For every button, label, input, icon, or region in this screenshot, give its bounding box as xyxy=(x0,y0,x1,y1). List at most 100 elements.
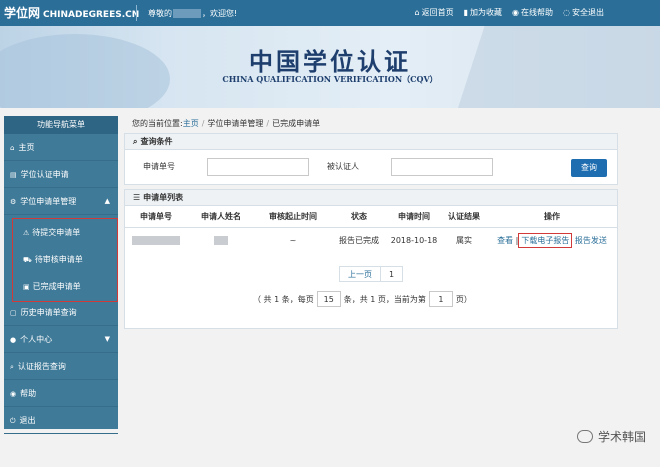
settings-icon: ⚙ xyxy=(10,198,17,206)
warning-icon: ⚠ xyxy=(23,229,30,237)
prev-page-button[interactable]: 上一页 xyxy=(339,266,381,282)
cell-period: ~ xyxy=(289,235,297,245)
column-header: 申请人姓名 xyxy=(187,207,255,228)
breadcrumb-separator: / xyxy=(266,119,270,128)
top-link-bookmark[interactable]: ▮ 加为收藏 xyxy=(464,7,502,18)
list-panel-title: 申请单列表 xyxy=(143,193,184,202)
page-number-button[interactable]: 1 xyxy=(381,266,404,282)
sidebar-item-logout[interactable]: ⏻ 退出 xyxy=(4,407,118,434)
top-link-label: 安全退出 xyxy=(572,8,604,17)
sidebar-item-label: 帮助 xyxy=(20,389,37,398)
logo-text: 学位网 xyxy=(4,6,41,20)
sidebar-item-report-query[interactable]: ⌕ 认证报告查询 xyxy=(4,353,118,380)
site-logo[interactable]: 学位网 CHINADEGREES.CN xyxy=(4,4,139,21)
home-icon: ⌂ xyxy=(414,8,420,17)
sidebar-item-label: 历史申请单查询 xyxy=(20,308,77,317)
user-icon: ● xyxy=(10,336,17,344)
sidebar-item-label: 学位申请单管理 xyxy=(20,197,77,206)
cell-app-no xyxy=(125,227,187,253)
breadcrumb-home-link[interactable]: 主页 xyxy=(183,119,199,128)
redacted-app-no xyxy=(132,235,180,245)
cell-name xyxy=(187,227,255,253)
view-link[interactable]: 查看 xyxy=(497,236,513,245)
pagination-text: 页） xyxy=(455,294,472,304)
table-row: ~ 报告已完成 2018-10-18 属实 查看 | 下载电子报告 报告发送 xyxy=(125,227,617,253)
sidebar-item-application-management[interactable]: ⚙ 学位申请单管理 ▲ xyxy=(4,188,118,215)
sidebar-item-degree-application[interactable]: ▤ 学位认证申请 xyxy=(4,161,118,188)
application-table: 申请单号 申请人姓名 审核起止时间 状态 申请时间 认证结果 操作 ~ 报告已完… xyxy=(125,207,617,253)
banner-subtitle: CHINA QUALIFICATION VERIFICATION（CQV） xyxy=(222,74,438,84)
greeting: 尊敬的 ，欢迎您! xyxy=(148,8,237,19)
pagination-text: 条，共 1 页，当前为第 xyxy=(343,294,426,304)
column-header: 状态 xyxy=(331,207,387,228)
application-list-panel: ☰ 申请单列表 申请单号 申请人姓名 审核起止时间 状态 申请时间 认证结果 操作… xyxy=(124,189,618,329)
cell-result: 属实 xyxy=(456,235,472,245)
per-page-input[interactable]: 15 xyxy=(316,291,341,307)
sidebar-item-personal-center[interactable]: ● 个人中心 ▼ xyxy=(4,326,118,353)
submenu-highlight: ⚠ 待提交申请单 ⛟ 待审核申请单 ▣ 已完成申请单 xyxy=(12,218,118,302)
history-icon: ▢ xyxy=(10,309,17,317)
sidebar-item-history[interactable]: ▢ 历史申请单查询 xyxy=(4,299,118,326)
cell-status: 报告已完成 xyxy=(339,235,379,245)
top-link-label: 在线帮助 xyxy=(521,8,554,17)
logo-domain: CHINADEGREES.CN xyxy=(43,10,140,20)
query-panel: ⌕ 查询条件 申请单号 被认证人 查询 xyxy=(124,133,618,185)
banner: 中国学位认证 CHINA QUALIFICATION VERIFICATION（… xyxy=(0,26,660,108)
pagination: 上一页 1 xyxy=(339,266,404,282)
table-header-row: 申请单号 申请人姓名 审核起止时间 状态 申请时间 认证结果 操作 xyxy=(125,207,617,228)
document-icon: ▤ xyxy=(10,171,17,179)
column-header: 认证结果 xyxy=(441,207,487,228)
greeting-prefix: 尊敬的 xyxy=(148,9,172,18)
sidebar-item-label: 学位认证申请 xyxy=(20,170,69,179)
greeting-suffix: ，欢迎您! xyxy=(202,9,238,18)
list-panel-header: ☰ 申请单列表 xyxy=(125,190,617,206)
redacted-name xyxy=(214,235,228,245)
briefcase-icon: ▣ xyxy=(23,283,30,291)
person-label: 被认证人 xyxy=(327,162,359,171)
query-panel-title: 查询条件 xyxy=(140,137,173,146)
submenu-item-pending-review[interactable]: ⛟ 待审核申请单 xyxy=(13,246,117,273)
cart-icon: ⛟ xyxy=(23,256,32,264)
sidebar-item-label: 主页 xyxy=(18,143,35,152)
pagination-info: （ 共 1 条，每页 15 条，共 1 页，当前为第 1 页） xyxy=(253,291,472,307)
sidebar-item-help[interactable]: ◉ 帮助 xyxy=(4,380,118,407)
chevron-down-icon: ▼ xyxy=(104,335,110,343)
send-report-link[interactable]: 报告发送 xyxy=(575,236,607,245)
sidebar-header: 功能导航菜单 xyxy=(4,116,118,134)
submenu-item-label: 已完成申请单 xyxy=(32,282,81,291)
breadcrumb-prefix: 您的当前位置: xyxy=(132,119,183,128)
sidebar-item-label: 个人中心 xyxy=(20,335,53,344)
bookmark-icon: ▮ xyxy=(463,8,469,17)
page-number-input[interactable]: 1 xyxy=(428,291,453,307)
search-icon: ⌕ xyxy=(10,363,14,371)
submenu-item-completed[interactable]: ▣ 已完成申请单 xyxy=(13,273,117,300)
query-button[interactable]: 查询 xyxy=(571,159,607,177)
list-icon: ☰ xyxy=(133,193,141,202)
cell-operations: 查看 | 下载电子报告 报告发送 xyxy=(487,227,617,253)
download-report-link[interactable]: 下载电子报告 xyxy=(518,232,573,248)
person-input[interactable] xyxy=(391,158,493,176)
app-no-input[interactable] xyxy=(207,158,309,176)
home-icon: ⌂ xyxy=(10,144,15,152)
wechat-icon xyxy=(576,430,593,443)
top-link-label: 加为收藏 xyxy=(470,8,503,17)
top-links: ⌂ 返回首页 ▮ 加为收藏 ◉ 在线帮助 ◌ 安全退出 xyxy=(415,7,604,18)
sidebar-item-home[interactable]: ⌂ 主页 xyxy=(4,134,118,161)
sidebar-item-label: 退出 xyxy=(19,416,36,425)
top-link-help[interactable]: ◉ 在线帮助 xyxy=(512,7,553,18)
submenu-item-label: 待提交申请单 xyxy=(32,228,81,237)
breadcrumb: 您的当前位置:主页 / 学位申请单管理 / 已完成申请单 xyxy=(132,118,320,129)
column-header: 申请单号 xyxy=(125,207,187,228)
help-icon: ◉ xyxy=(10,390,17,398)
top-link-home[interactable]: ⌂ 返回首页 xyxy=(415,7,454,18)
column-header: 操作 xyxy=(487,207,617,228)
column-header: 审核起止时间 xyxy=(255,207,331,228)
app-no-label: 申请单号 xyxy=(143,162,175,171)
submenu-item-pending-submit[interactable]: ⚠ 待提交申请单 xyxy=(13,219,117,246)
column-header: 申请时间 xyxy=(387,207,441,228)
top-link-logout[interactable]: ◌ 安全退出 xyxy=(563,7,604,18)
breadcrumb-current: 已完成申请单 xyxy=(272,119,321,128)
power-icon: ⏻ xyxy=(10,417,16,425)
pagination-text: （ 共 1 条，每页 xyxy=(253,294,314,304)
breadcrumb-level2[interactable]: 学位申请单管理 xyxy=(207,119,263,128)
